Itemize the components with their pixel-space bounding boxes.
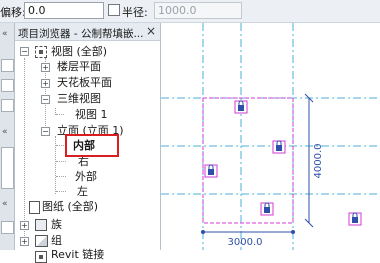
expand-icon[interactable]: +: [41, 63, 50, 72]
property-field[interactable]: [1, 221, 14, 234]
drawing-svg[interactable]: 4000.0 3000.0: [161, 23, 380, 250]
collapse-icon[interactable]: −: [20, 47, 29, 56]
property-field[interactable]: [1, 99, 14, 112]
tree-item-elevation-left[interactable]: 左: [15, 184, 155, 199]
collapse-icon[interactable]: −: [41, 127, 50, 136]
tree-label: 组: [51, 234, 62, 247]
offset-input[interactable]: 0.0: [24, 2, 104, 19]
tree-label: 左: [77, 185, 88, 198]
sheet-icon: [29, 201, 40, 214]
drawing-canvas[interactable]: 4000.0 3000.0: [161, 23, 380, 250]
lock-icon[interactable]: [234, 100, 248, 114]
tree-label: 天花板平面: [57, 76, 112, 89]
dimension-dot: [201, 230, 205, 234]
tree-label: 三维视图: [57, 92, 101, 105]
expand-icon[interactable]: +: [20, 237, 29, 246]
boundary-rectangle[interactable]: [202, 97, 294, 224]
chevron-icon[interactable]: «: [2, 127, 8, 137]
tree-item-families[interactable]: + 族: [15, 217, 155, 232]
property-field[interactable]: [1, 59, 14, 72]
tree-connector: [56, 114, 64, 115]
tree-label: 族: [51, 218, 62, 231]
tree-label: 视图 (全部): [51, 45, 108, 58]
lock-icon[interactable]: [272, 140, 286, 154]
expand-icon[interactable]: +: [20, 221, 29, 230]
tree-item-view-1[interactable]: 视图 1: [15, 107, 155, 122]
family-icon: [35, 219, 47, 231]
tree-item-elevation-exterior[interactable]: 外部: [15, 169, 155, 184]
tree-item-revit-links[interactable]: Revit 链接: [15, 247, 155, 263]
tree-item-3d-views[interactable]: − 三维视图: [15, 91, 155, 106]
project-browser-title: 项目浏览器 - 公制帮填嵌...: [18, 28, 144, 40]
tree-label: Revit 链接: [51, 248, 105, 261]
tree-item-groups[interactable]: + 组: [15, 233, 155, 248]
radius-input[interactable]: 1000.0: [154, 2, 242, 19]
offset-label: 偏移:: [0, 6, 26, 19]
tree-label: 外部: [75, 170, 97, 183]
tree-item-sheets[interactable]: 图纸 (全部): [15, 199, 155, 214]
link-icon: [35, 251, 47, 263]
tree-item-views[interactable]: − 视图 (全部): [15, 44, 155, 59]
dimension-dot: [291, 230, 295, 234]
property-field[interactable]: [1, 79, 14, 92]
tree-connector: [56, 176, 66, 177]
tree-item-floor-plans[interactable]: + 楼层平面: [15, 59, 155, 74]
tree-label: 视图 1: [75, 108, 108, 121]
lock-icon[interactable]: [260, 202, 274, 216]
expand-icon[interactable]: +: [41, 79, 50, 88]
dimension-text-vertical[interactable]: 4000.0: [313, 144, 324, 179]
highlight-box: [65, 134, 119, 157]
tree-label: 图纸 (全部): [42, 200, 99, 213]
project-browser-header: 项目浏览器 - 公制帮填嵌... ×: [15, 23, 160, 41]
tree-connector: [56, 191, 66, 192]
property-field[interactable]: [1, 147, 14, 189]
tree-connector: [56, 161, 66, 162]
close-icon[interactable]: ×: [146, 24, 156, 38]
collapse-icon[interactable]: −: [41, 95, 50, 104]
tree-item-ceiling-plans[interactable]: + 天花板平面: [15, 75, 155, 90]
options-bar: 偏移: 0.0 半径: 1000.0: [0, 0, 380, 23]
radius-label: 半径:: [122, 6, 148, 19]
group-icon: [35, 235, 48, 247]
radius-checkbox[interactable]: [108, 4, 120, 16]
dimension-text-horizontal[interactable]: 3000.0: [228, 237, 263, 248]
lock-icon[interactable]: [204, 164, 218, 178]
chevron-icon[interactable]: «: [2, 29, 8, 39]
project-browser: 项目浏览器 - 公制帮填嵌... × − 视图 (全部) + 楼层平面 + 天花…: [15, 23, 161, 263]
tree-label: 楼层平面: [57, 60, 101, 73]
chevron-icon[interactable]: «: [2, 199, 8, 209]
properties-panel-edge: « « «: [0, 23, 15, 250]
lock-icon[interactable]: [348, 212, 362, 226]
views-icon: [35, 46, 47, 58]
